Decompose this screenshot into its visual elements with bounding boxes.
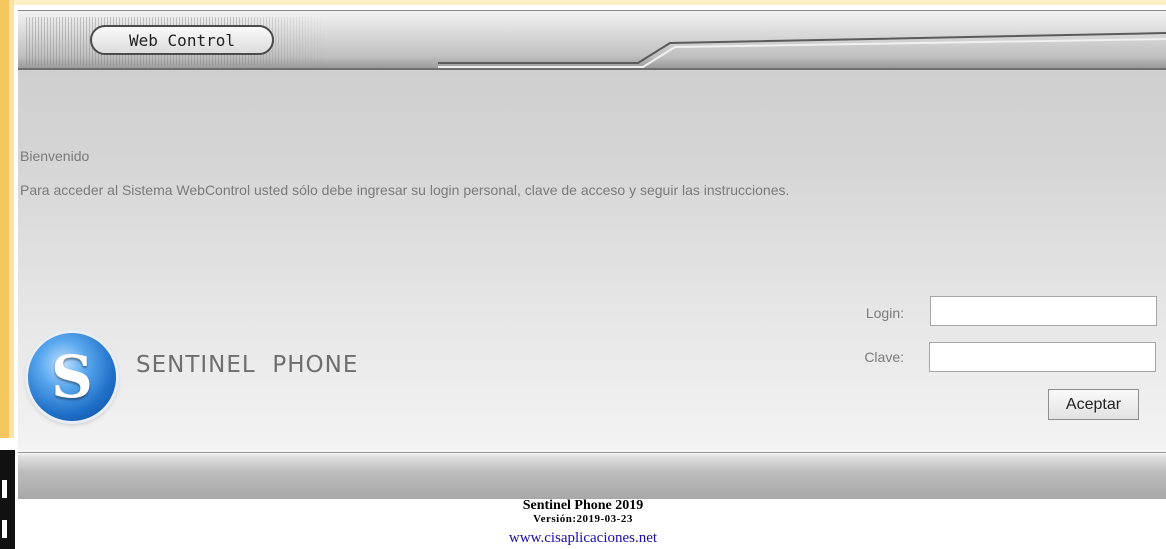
footer-link[interactable]: www.cisaplicaciones.net: [509, 528, 657, 548]
frame-left-edge: [0, 0, 9, 438]
footer-version: Versión:2019-03-23: [533, 513, 633, 525]
brand-name: SENTINEL PHONE: [136, 352, 359, 378]
login-panel: Web Control Bienvenido Para acceder al S…: [18, 10, 1166, 499]
instructions-text: Para acceder al Sistema WebControl usted…: [20, 182, 790, 198]
glyph-mark: [2, 480, 7, 498]
footer: Sentinel Phone 2019 Versión:2019-03-23 w…: [0, 498, 1166, 548]
footer-title: Sentinel Phone 2019: [522, 498, 644, 513]
login-label: Login:: [865, 305, 904, 321]
sentinel-logo-icon: S: [28, 333, 116, 421]
header-title: Web Control: [90, 25, 274, 55]
accept-button[interactable]: Aceptar: [1048, 389, 1139, 420]
header-bar: Web Control: [18, 10, 1166, 70]
welcome-text: Bienvenido: [20, 148, 90, 164]
header-wave-decoration: [438, 32, 1166, 68]
footer-bar: [18, 452, 1166, 499]
password-label: Clave:: [864, 349, 904, 365]
password-input[interactable]: [929, 342, 1156, 372]
frame-left-inner-edge: [9, 0, 14, 438]
login-input[interactable]: [930, 296, 1157, 326]
logo-letter: S: [51, 343, 93, 411]
frame-top-edge: [9, 0, 1166, 5]
